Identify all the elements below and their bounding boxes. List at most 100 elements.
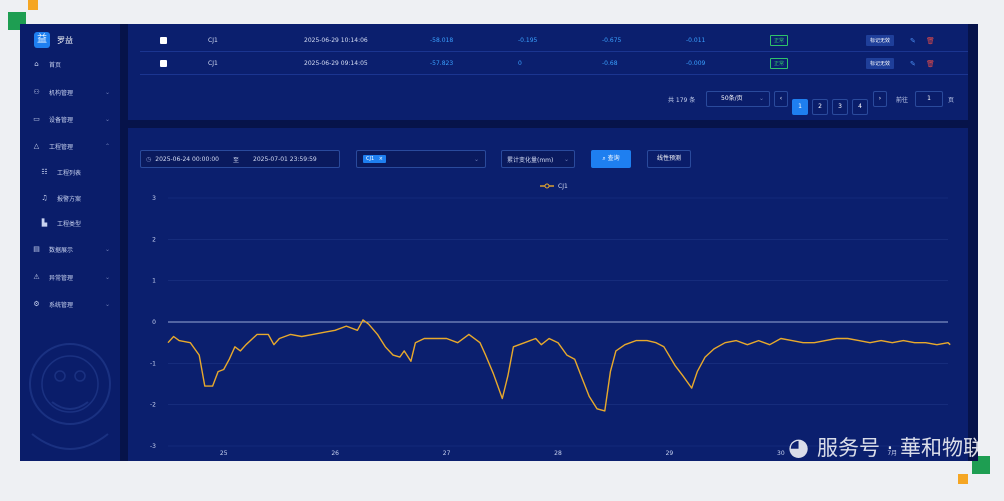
sidebar-item[interactable]: ⚠ 异常管理 ⌄ xyxy=(20,267,120,287)
y-tick-label: 3 xyxy=(152,195,156,202)
x-tick-label: 29 xyxy=(666,450,674,457)
chevron-icon: ⌄ xyxy=(104,245,110,253)
sidebar-item-label: 异常管理 xyxy=(49,274,74,282)
prev-page-button[interactable]: ‹ xyxy=(774,91,788,107)
page-button[interactable]: 1 xyxy=(792,99,808,115)
timestamp: 2025-06-29 09:14:05 xyxy=(304,60,368,67)
main-content: CJ1 2025-06-29 10:14:06 -58.018 -0.195 -0.67… xyxy=(120,24,978,461)
app-frame: 益 罗益 ⌂ 首页 ⚇ 机构管理 ⌄ ▭ 设备管理 ⌄ △ 工程管理 ⌃ ☷ 工程列表 ♫ 报警方案 ▙ 工程类… xyxy=(20,24,978,461)
y-tick-label: -1 xyxy=(150,360,156,367)
sidebar-item[interactable]: ▭ 设备管理 ⌄ xyxy=(20,109,120,129)
page-button[interactable]: 3 xyxy=(832,99,848,115)
next-page-button[interactable]: › xyxy=(873,91,887,107)
sidebar-item[interactable]: ⚇ 机构管理 ⌄ xyxy=(20,82,120,102)
monitor-icon: ▭ xyxy=(33,114,40,123)
x-tick-label: 26 xyxy=(331,450,339,457)
watermark: ◕ 服务号 · 華和物联 xyxy=(788,419,978,461)
value-cell: -58.018 xyxy=(430,37,454,44)
home-icon: ⌂ xyxy=(34,59,39,68)
gear-icon: ⚙ xyxy=(33,299,40,308)
line-chart: 3210-1-2-325 26 27 28 29 30 7月CJ1 xyxy=(150,183,951,457)
project-icon: △ xyxy=(33,141,40,150)
x-tick-label: 28 xyxy=(554,450,562,457)
corner-deco-orange xyxy=(28,0,38,10)
y-tick-label: -2 xyxy=(150,402,156,409)
goto-page-input[interactable]: 1 xyxy=(915,91,943,107)
sidebar-item[interactable]: ♫ 报警方案 xyxy=(20,188,120,208)
point-id: CJ1 xyxy=(208,60,218,67)
alarm-icon: ♫ xyxy=(41,193,48,202)
sidebar-item[interactable]: ☷ 工程列表 xyxy=(20,162,120,182)
data-icon: ▤ xyxy=(33,244,40,253)
app-logo[interactable]: 益 罗益 xyxy=(20,26,120,54)
mark-invalid-button[interactable]: 标记无效 xyxy=(866,58,895,69)
page-size-select[interactable]: 50条/页 ⌄ xyxy=(706,91,770,107)
delete-icon[interactable]: 🗑 xyxy=(926,37,935,45)
chevron-icon: ⌄ xyxy=(104,115,110,123)
sidebar-item[interactable]: ⚙ 系统管理 ⌄ xyxy=(20,294,120,314)
goto-label: 前往 xyxy=(896,96,909,104)
status-badge: 正常 xyxy=(770,35,789,46)
sidebar-item[interactable]: ▤ 数据展示 ⌄ xyxy=(20,239,120,259)
chart-panel: ◷ 2025-06-24 00:00:00 至 2025-07-01 23:59… xyxy=(128,128,968,461)
logo-icon: 益 xyxy=(34,32,50,48)
value-cell: -0.675 xyxy=(602,37,622,44)
lion-emblem-decor xyxy=(29,343,111,450)
chevron-icon: ⌃ xyxy=(104,142,110,150)
goto-unit: 页 xyxy=(948,96,955,104)
value-cell: -0.009 xyxy=(686,60,706,67)
value-cell: -57.823 xyxy=(430,60,454,67)
sidebar-item-label: 数据展示 xyxy=(49,246,74,254)
chevron-down-icon: ⌄ xyxy=(758,95,764,102)
y-tick-label: 1 xyxy=(152,278,156,285)
corner-deco-orange xyxy=(958,474,968,484)
total-count: 共 179 条 xyxy=(668,96,696,104)
y-tick-label: 0 xyxy=(152,319,156,326)
x-tick-label: 30 xyxy=(777,450,785,457)
chevron-icon: ⌄ xyxy=(104,300,110,308)
warning-icon: ⚠ xyxy=(33,272,40,281)
sidebar-item[interactable]: ▙ 工程类型 xyxy=(20,213,120,233)
point-id: CJ1 xyxy=(208,37,218,44)
pagination: 共 179 条 50条/页 ⌄ ‹ 1234 › 前往 1 页 xyxy=(128,91,968,115)
sidebar-item-label: 系统管理 xyxy=(49,301,74,309)
legend-marker xyxy=(544,183,550,189)
x-tick-label: 27 xyxy=(443,450,451,457)
row-checkbox[interactable] xyxy=(160,37,167,44)
watermark-text: 服务号 · 華和物联 xyxy=(816,436,978,460)
edit-icon[interactable]: ✎ xyxy=(910,60,916,68)
sidebar-item[interactable]: ⌂ 首页 xyxy=(20,54,120,74)
value-cell: -0.68 xyxy=(602,60,618,67)
sidebar-item-label: 机构管理 xyxy=(49,89,74,97)
page-button[interactable]: 2 xyxy=(812,99,828,115)
edit-icon[interactable]: ✎ xyxy=(910,37,916,45)
sidebar-item-label: 报警方案 xyxy=(57,195,82,203)
type-icon: ▙ xyxy=(41,218,48,227)
delete-icon[interactable]: 🗑 xyxy=(926,60,935,68)
value-cell: 0 xyxy=(518,60,522,67)
wechat-icon: ◕ xyxy=(788,433,809,461)
x-tick-label: 25 xyxy=(220,450,228,457)
value-cell: -0.195 xyxy=(518,37,538,44)
sidebar-item-label: 工程列表 xyxy=(57,169,82,177)
sidebar-item-label: 工程管理 xyxy=(49,143,74,151)
data-table-panel: CJ1 2025-06-29 10:14:06 -58.018 -0.195 -0.67… xyxy=(128,24,968,120)
row-checkbox[interactable] xyxy=(160,60,167,67)
sidebar: 益 罗益 ⌂ 首页 ⚇ 机构管理 ⌄ ▭ 设备管理 ⌄ △ 工程管理 ⌃ ☷ 工程列表 ♫ 报警方案 ▙ 工程类… xyxy=(20,24,120,461)
chevron-icon: ⌄ xyxy=(104,273,110,281)
y-tick-label: -3 xyxy=(150,443,156,450)
page-button[interactable]: 4 xyxy=(852,99,868,115)
sidebar-item-label: 设备管理 xyxy=(49,116,74,124)
series-line xyxy=(167,319,951,412)
chevron-icon: ⌄ xyxy=(104,88,110,96)
sidebar-item[interactable]: △ 工程管理 ⌃ xyxy=(20,136,120,156)
mark-invalid-button[interactable]: 标记无效 xyxy=(866,35,895,46)
value-cell: -0.011 xyxy=(686,37,706,44)
timestamp: 2025-06-29 10:14:06 xyxy=(304,37,368,44)
sidebar-item-label: 工程类型 xyxy=(57,220,82,228)
org-icon: ⚇ xyxy=(33,87,40,96)
table-row: CJ1 2025-06-29 09:14:05 -57.823 0 -0.68 -0.00… xyxy=(140,53,968,75)
app-title: 罗益 xyxy=(57,35,73,45)
table-row: CJ1 2025-06-29 10:14:06 -58.018 -0.195 -0.67… xyxy=(140,30,968,52)
status-badge: 正常 xyxy=(770,58,789,69)
